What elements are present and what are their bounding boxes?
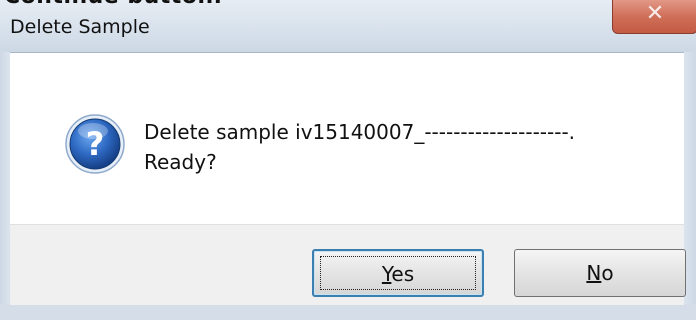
dialog-button-bar: Yes No [10,224,686,305]
screen: Delete Sample Continue button. ✕ ? Delet… [0,0,696,320]
yes-button[interactable]: Yes [312,249,484,297]
cropped-caption: Continue button. [4,0,222,9]
message-line-1: Delete sample iv15140007_---------------… [144,120,576,144]
close-button[interactable]: ✕ [612,0,696,34]
question-icon: ? [65,114,125,174]
svg-text:?: ? [86,125,105,163]
dialog-title: Delete Sample [10,16,150,38]
dialog-frame-left [0,52,10,320]
no-button[interactable]: No [514,249,686,297]
no-button-label: No [586,261,614,285]
dialog-message: Delete sample iv15140007_---------------… [144,117,575,177]
dialog-frame-bottom [0,304,696,320]
close-icon: ✕ [645,1,665,26]
message-line-2: Ready? [144,150,217,174]
yes-button-label: Yes [381,262,415,286]
dialog-content: ? Delete sample iv15140007_-------------… [10,52,684,225]
